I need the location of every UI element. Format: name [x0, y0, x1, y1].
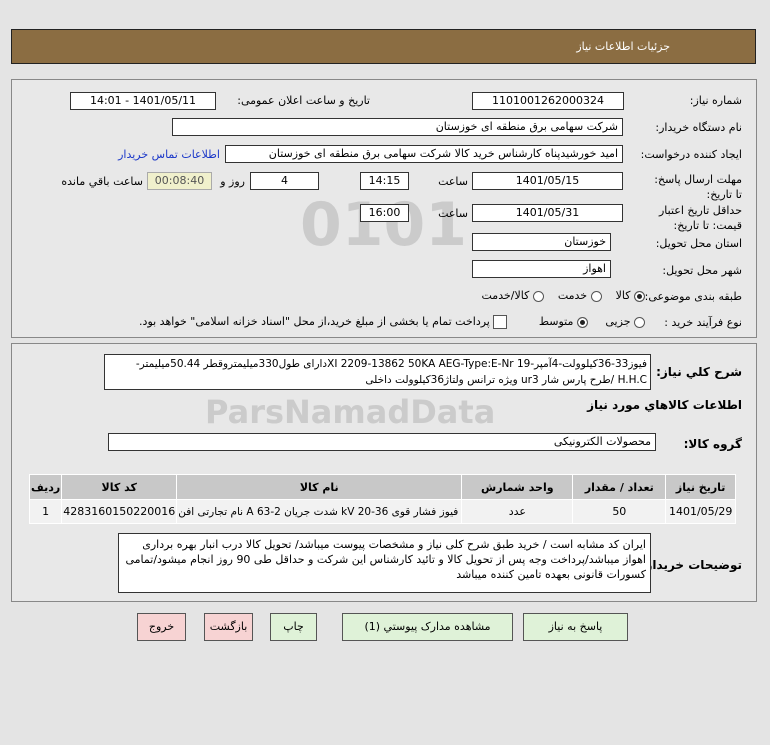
page: جزئیات اطلاعات نیاز 0101 شماره نیاز: 110…	[0, 0, 770, 745]
contact-buyer-link[interactable]: اطلاعات تماس خریدار	[118, 148, 220, 161]
buyer-org-label: نام دستگاه خریدار:	[655, 121, 742, 134]
col-need-date: تاریخ نیاز	[665, 474, 736, 500]
validity-time-field: 16:00	[360, 204, 409, 222]
treasury-payment-note: پرداخت تمام یا بخشی از مبلغ خرید،از محل …	[139, 315, 490, 328]
watermark-text: ParsNamadData	[205, 393, 496, 431]
goods-group-label: گروه کالا:	[683, 437, 742, 451]
need-number-label: شماره نیاز:	[689, 94, 742, 107]
category-label: طبقه بندی موضوعی:	[644, 290, 742, 303]
page-title: جزئیات اطلاعات نیاز	[576, 40, 670, 53]
remaining-label: ساعت باقي مانده	[61, 175, 143, 188]
validity-time-label: ساعت	[438, 207, 468, 220]
description-field: فیوز33-36کیلوولت-4آمپر-19 XI 2209-13862 …	[104, 354, 651, 390]
city-label: شهر محل تحویل:	[662, 264, 742, 277]
deadline-label: مهلت ارسال پاسخ: تا تاریخ:	[654, 173, 742, 201]
print-button[interactable]: چاپ	[270, 613, 317, 641]
goods-group-field: محصولات الکترونیکی	[108, 433, 656, 451]
col-code: کد کالا	[61, 474, 178, 500]
deadline-date-field: 1401/05/15	[472, 172, 623, 190]
category-radio-group: کالا خدمت کالا/خدمت	[482, 289, 645, 302]
exit-button[interactable]: خروج	[137, 613, 186, 641]
col-quantity: تعداد / مقدار	[572, 474, 667, 500]
validity-label: حداقل تاریخ اعتبار قیمت: تا تاریخ:	[658, 204, 742, 232]
buyer-notes-field: ایران کد مشابه است / خرید طبق شرح کلی نی…	[118, 533, 651, 593]
days-label: روز و	[220, 175, 245, 188]
remaining-timer: 00:08:40	[147, 172, 212, 190]
description-label: شرح كلي نياز:	[656, 365, 742, 379]
creator-label: ایجاد کننده درخواست:	[640, 148, 742, 161]
announce-field: 1401/05/11 - 14:01	[70, 92, 216, 110]
view-attachments-button[interactable]: مشاهده مدارک پیوستي (1)	[342, 613, 513, 641]
announce-label: تاریخ و ساعت اعلان عمومی:	[237, 94, 370, 107]
buyer-notes-label: توضیحات خریدار:	[640, 558, 742, 572]
process-medium-radio[interactable]	[576, 316, 588, 328]
province-field: خوزستان	[472, 233, 611, 251]
col-unit: واحد شمارش	[461, 474, 574, 500]
deadline-time-field: 14:15	[360, 172, 409, 190]
reply-button[interactable]: پاسخ به نیاز	[523, 613, 628, 641]
buyer-org-field: شرکت سهامی برق منطقه ای خوزستان	[172, 118, 623, 136]
category-goods-service-radio[interactable]	[532, 290, 544, 302]
table-row: 1 4283160150220016 فیوز فشار قوی 36-20 k…	[28, 499, 736, 524]
deadline-time-label: ساعت	[438, 175, 468, 188]
category-goods-radio[interactable]	[634, 290, 645, 302]
need-number-field: 1101001262000324	[472, 92, 624, 110]
back-button[interactable]: بازگشت	[204, 613, 253, 641]
city-field: اهواز	[472, 260, 611, 278]
table-header-row: ردیف کد کالا نام کالا واحد شمارش تعداد /…	[28, 474, 736, 500]
category-service-radio[interactable]	[590, 290, 602, 302]
goods-section-title: اطلاعات كالاهاي مورد نياز	[587, 398, 742, 412]
province-label: استان محل تحویل:	[655, 237, 742, 250]
days-field: 4	[250, 172, 319, 190]
watermark-logo: 0101	[300, 190, 467, 260]
col-name: نام کالا	[176, 474, 463, 500]
col-row-number: ردیف	[28, 474, 63, 500]
goods-table: ردیف کد کالا نام کالا واحد شمارش تعداد /…	[28, 474, 736, 524]
process-minor-radio[interactable]	[634, 316, 645, 328]
creator-field: امید خورشیدپناه کارشناس خرید کالا شرکت س…	[225, 145, 623, 163]
process-label: نوع فرآیند خرید :	[664, 316, 742, 329]
process-radio-group: جزیی متوسط پرداخت تمام یا بخشی از مبلغ خ…	[139, 315, 645, 329]
page-header: جزئیات اطلاعات نیاز	[11, 29, 756, 64]
validity-date-field: 1401/05/31	[472, 204, 623, 222]
treasury-payment-checkbox[interactable]	[493, 315, 508, 329]
